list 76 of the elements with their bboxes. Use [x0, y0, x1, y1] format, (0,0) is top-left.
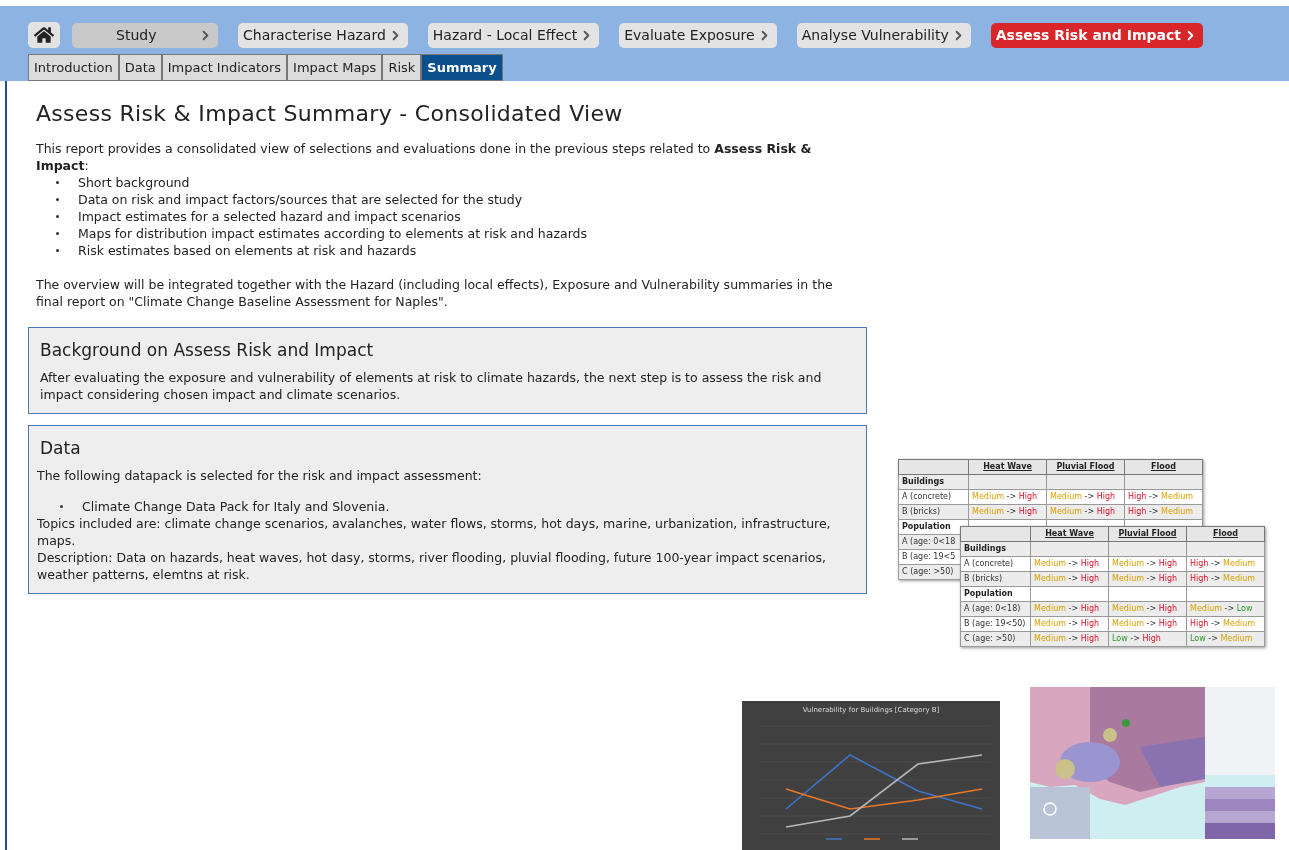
table-cell: High -> Medium [1124, 504, 1203, 520]
column-header: Heat Wave [1030, 526, 1109, 542]
step-button[interactable]: Assess Risk and Impact [990, 22, 1203, 48]
bullet-icon [56, 181, 59, 184]
section-title: Data [40, 440, 82, 457]
legend-swatch [901, 837, 919, 840]
list-item: Short background [78, 174, 190, 191]
table-cell: Medium -> High [1108, 601, 1187, 617]
step-button[interactable]: Hazard - Local Effect [427, 22, 600, 48]
bullet-icon [60, 505, 63, 508]
step-button[interactable]: Evaluate Exposure [619, 22, 777, 48]
table-cell: Medium -> High [1030, 571, 1109, 587]
section-text: After evaluating the exposure and vulnerability of elements at risk to climate hazards, the next step is to assess the risk and impact considering chosen impact and climate scenarios. [40, 369, 823, 403]
tab[interactable]: Impact Maps [287, 54, 383, 81]
table-cell: High -> Medium [1186, 556, 1265, 572]
table-cell: Medium -> High [1030, 616, 1109, 632]
step-button[interactable]: Characterise Hazard [238, 22, 408, 48]
table-cell: Medium -> High [1030, 601, 1109, 617]
list-item: Impact estimates for a selected hazard and impact scenarios [78, 208, 461, 225]
tab[interactable]: Introduction [28, 54, 119, 81]
section-title: Background on Assess Risk and Impact [40, 342, 375, 359]
table-cell: High -> Medium [1186, 616, 1265, 632]
intro-note: The overview will be integrated together with the Hazard (including local effects), Exposure and Vulnerability summaries in the final report on "Climate Change Baseline Assessment for Naples". [36, 276, 834, 310]
table-cell: Medium -> High [1030, 631, 1109, 647]
row-label: C (age: >50) [960, 631, 1031, 647]
bullet-icon [56, 198, 59, 201]
step-button[interactable]: Analyse Vulnerability [796, 22, 971, 48]
table-cell: Medium -> High [968, 504, 1047, 520]
column-header: Heat Wave [968, 459, 1047, 475]
tab[interactable]: Data [118, 54, 162, 81]
table-cell: Low -> High [1108, 631, 1187, 647]
section-text: Topics included are: climate change scenarios, avalanches, water flows, storms, hot days, marine, urbanization, infrastructure, maps. [37, 515, 832, 549]
home-icon [34, 25, 54, 45]
table-cell: High -> Medium [1186, 571, 1265, 587]
bullet-icon [56, 215, 59, 218]
table-cell: Low -> Medium [1186, 631, 1265, 647]
intro-paragraph: This report provides a consolidated view of selections and evaluations done in the previous steps related to Assess Risk & Impact: [36, 140, 813, 174]
list-item: Maps for distribution impact estimates according to elements at risk and hazards [78, 225, 587, 242]
column-header: Pluvial Flood [1108, 526, 1187, 542]
row-label: B (bricks) [960, 571, 1031, 587]
bullet-icon [56, 249, 59, 252]
row-label: Population [960, 586, 1031, 602]
tab[interactable]: Summary [421, 54, 503, 81]
column-header: Flood [1186, 526, 1265, 542]
table-cell: Medium -> High [1046, 504, 1125, 520]
row-label: B (age: 19<50) [960, 616, 1031, 632]
bullet-icon [56, 232, 59, 235]
section-text: The following datapack is selected for the risk and impact assessment: [37, 467, 483, 484]
row-label: B (bricks) [898, 504, 969, 520]
table-cell: Medium -> High [968, 489, 1047, 505]
row-label: A (age: 0<18) [960, 601, 1031, 617]
column-header [898, 459, 969, 475]
table-cell: Medium -> High [1108, 556, 1187, 572]
table-cell: Medium -> High [1046, 489, 1125, 505]
list-item: Risk estimates based on elements at risk and hazards [78, 242, 417, 259]
section-text: Description: Data on hazards, heat waves, hot dasy, storms, river flooding, pluvial flooding, future 100-year impact scenarios, weather patterns, elemtns at risk. [37, 549, 827, 583]
column-header: Pluvial Flood [1046, 459, 1125, 475]
table-cell: Medium -> Low [1186, 601, 1265, 617]
row-label: Buildings [898, 474, 969, 490]
column-header [960, 526, 1031, 542]
home-button[interactable] [28, 22, 60, 48]
legend-swatch [825, 837, 843, 840]
list-item: Data on risk and impact factors/sources that are selected for the study [78, 191, 523, 208]
table-cell: Medium -> High [1108, 616, 1187, 632]
column-header: Flood [1124, 459, 1203, 475]
table-cell: High -> Medium [1124, 489, 1203, 505]
tab[interactable]: Impact Indicators [161, 54, 288, 81]
step-button[interactable]: Study [72, 22, 218, 48]
row-label: Buildings [960, 541, 1031, 557]
row-label: A (concrete) [898, 489, 969, 505]
list-item: Climate Change Data Pack for Italy and Slovenia. [82, 498, 390, 515]
tab[interactable]: Risk [382, 54, 422, 81]
row-label: A (concrete) [960, 556, 1031, 572]
table-cell: Medium -> High [1108, 571, 1187, 587]
legend-swatch [863, 837, 881, 840]
table-cell: Medium -> High [1030, 556, 1109, 572]
